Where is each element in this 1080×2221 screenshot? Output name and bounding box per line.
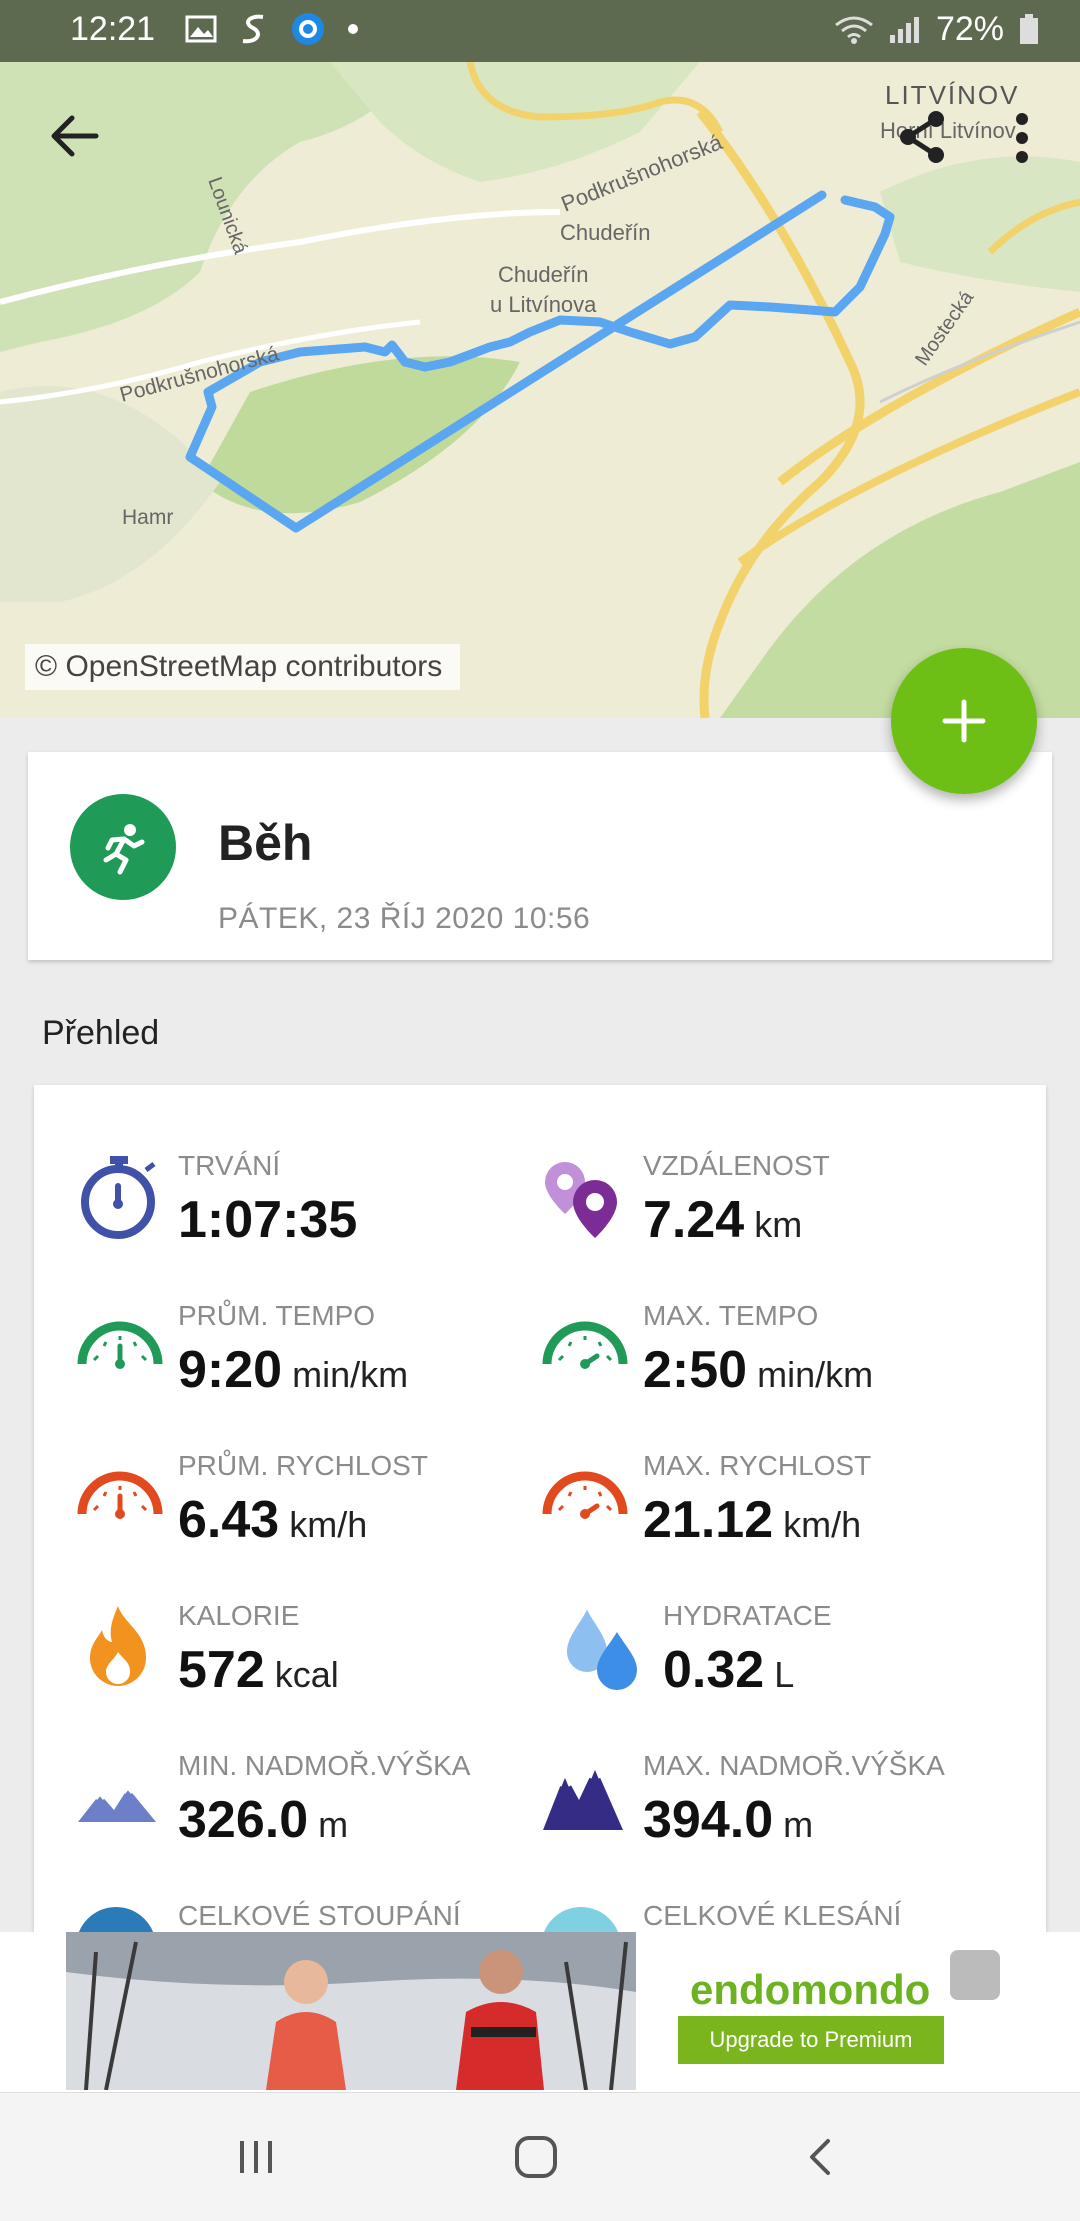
avg-speed-gauge-icon <box>77 1471 163 1519</box>
stat-total-ascent: CELKOVÉ STOUPÁNÍ <box>74 1900 534 1935</box>
back-arrow-icon[interactable] <box>48 112 100 160</box>
stat-hydration: HYDRATACE 0.32 L <box>559 1600 1019 1740</box>
s-app-icon <box>242 14 264 44</box>
stat-label: PRŮM. RYCHLOST <box>178 1450 428 1481</box>
status-bar: 12:21 72% <box>0 0 1080 62</box>
system-nav-bar <box>0 2092 1080 2221</box>
ad-info-icon[interactable] <box>950 1950 1000 2000</box>
mountain-max-icon <box>543 1762 623 1830</box>
recent-apps-icon[interactable] <box>236 2137 276 2177</box>
stat-max-altitude: MAX. NADMOŘ.VÝŠKA 394.0 m <box>539 1750 999 1890</box>
app-badge-icon <box>292 13 324 45</box>
stats-card: TRVÁNÍ 1:07:35 VZDÁLENOST 7.24 km PRŮM. T… <box>34 1085 1046 1935</box>
stat-value: 0.32 L <box>663 1641 795 1699</box>
ad-runners-image <box>66 1932 636 2090</box>
upgrade-premium-button[interactable]: Upgrade to Premium <box>678 2016 944 2064</box>
stat-total-descent: CELKOVÉ KLESÁNÍ <box>539 1900 999 1935</box>
descent-icon <box>542 1907 620 1935</box>
stat-label: MAX. NADMOŘ.VÝŠKA <box>643 1750 945 1781</box>
running-person-icon <box>103 824 145 875</box>
stat-max-speed: MAX. RYCHLOST 21.12 km/h <box>539 1450 999 1590</box>
status-time: 12:21 <box>70 10 156 48</box>
stat-avg-pace: PRŮM. TEMPO 9:20 min/km <box>74 1300 534 1440</box>
stat-value: 572 kcal <box>178 1641 339 1699</box>
ad-brand-logo: endomondo <box>690 1966 931 2013</box>
map-attribution[interactable]: © OpenStreetMap contributors <box>25 644 461 690</box>
activity-type-badge <box>70 794 176 900</box>
home-icon[interactable] <box>514 2135 558 2179</box>
stat-label: MAX. TEMPO <box>643 1300 819 1331</box>
stat-value: 7.24 km <box>643 1191 803 1249</box>
stat-value: 2:50 min/km <box>643 1341 874 1399</box>
stat-duration: TRVÁNÍ 1:07:35 <box>74 1150 534 1290</box>
max-pace-gauge-icon <box>542 1321 628 1369</box>
battery-percent: 72% <box>935 10 1004 48</box>
ad-banner[interactable]: endomondo Upgrade to Premium <box>0 1932 1080 2092</box>
stat-avg-speed: PRŮM. RYCHLOST 6.43 km/h <box>74 1450 534 1590</box>
stat-label: HYDRATACE <box>663 1600 832 1631</box>
stat-value: 1:07:35 <box>178 1191 358 1249</box>
map-label-u-litvinova: u Litvínova <box>490 292 597 317</box>
map-label-chuderin-2: Chudeřín <box>498 262 589 287</box>
section-title: Přehled <box>42 1014 160 1052</box>
battery-icon <box>1020 13 1038 44</box>
activity-name: Běh <box>218 815 313 871</box>
share-icon[interactable] <box>898 110 948 164</box>
stat-label: VZDÁLENOST <box>643 1150 830 1181</box>
image-notification-icon <box>185 15 217 43</box>
ascent-icon <box>77 1907 155 1935</box>
flame-icon <box>90 1606 146 1686</box>
stat-label: TRVÁNÍ <box>178 1150 281 1181</box>
mountain-min-icon <box>78 1785 156 1822</box>
stat-min-altitude: MIN. NADMOŘ.VÝŠKA 326.0 m <box>74 1750 534 1890</box>
stat-max-pace: MAX. TEMPO 2:50 min/km <box>539 1300 999 1440</box>
map-label-hamr: Hamr <box>122 506 173 529</box>
plus-icon <box>942 699 986 743</box>
stat-calories: KALORIE 572 kcal <box>74 1600 534 1740</box>
stat-value: 394.0 m <box>643 1791 814 1849</box>
system-back-icon[interactable] <box>804 2137 834 2177</box>
stat-label: CELKOVÉ KLESÁNÍ <box>643 1900 902 1931</box>
stat-value: 21.12 km/h <box>643 1491 862 1549</box>
water-drops-icon <box>567 1610 637 1690</box>
map-label-chuderin: Chudeřín <box>560 220 651 245</box>
stat-label: CELKOVÉ STOUPÁNÍ <box>178 1900 461 1931</box>
stat-value: 326.0 m <box>178 1791 349 1849</box>
stat-label: MAX. RYCHLOST <box>643 1450 872 1481</box>
max-speed-gauge-icon <box>542 1471 628 1519</box>
activity-date: PÁTEK, 23 ŘÍJ 2020 10:56 <box>218 902 591 935</box>
wifi-icon <box>835 16 873 44</box>
avg-pace-gauge-icon <box>77 1321 163 1369</box>
notification-icons <box>185 12 359 46</box>
dot-icon <box>348 24 358 34</box>
signal-icon <box>889 16 919 43</box>
stat-label: MIN. NADMOŘ.VÝŠKA <box>178 1750 471 1781</box>
stopwatch-icon <box>81 1156 156 1239</box>
stat-label: PRŮM. TEMPO <box>178 1300 376 1331</box>
stat-distance: VZDÁLENOST 7.24 km <box>539 1150 999 1290</box>
more-options-icon[interactable] <box>1011 112 1033 164</box>
distance-pin-icon <box>545 1162 617 1238</box>
ad-photo <box>66 1932 636 2090</box>
stat-label: KALORIE <box>178 1600 300 1631</box>
add-button[interactable] <box>891 648 1037 794</box>
map-label-litvinov: LITVÍNOV <box>885 80 1019 110</box>
stat-value: 9:20 min/km <box>178 1341 409 1399</box>
stat-value: 6.43 km/h <box>178 1491 368 1549</box>
